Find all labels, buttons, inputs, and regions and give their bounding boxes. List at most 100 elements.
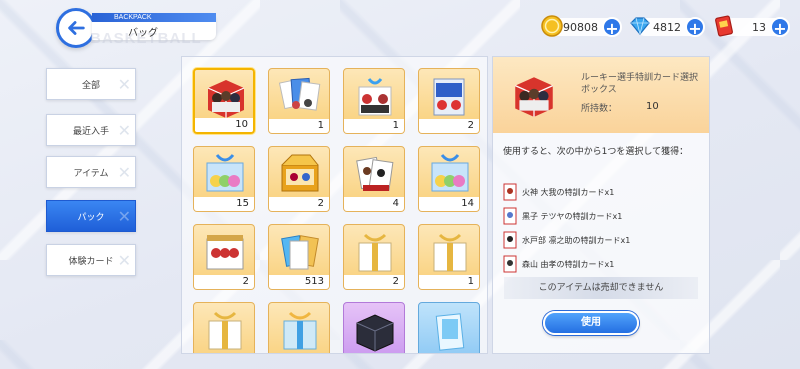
blue-ribbon-gift-icon xyxy=(283,311,317,350)
card-selection-box-icon xyxy=(514,77,554,117)
count-bar: 10 xyxy=(195,118,253,132)
reward-label: 火神 大我の特訓カードx1 xyxy=(522,187,615,197)
training-card-icon xyxy=(503,207,517,225)
reward-item: 黒子 テツヤの特訓カードx1 xyxy=(503,207,622,225)
add-ticket-button[interactable]: + xyxy=(770,17,790,38)
item-slot[interactable] xyxy=(268,302,330,353)
item-grid: 10 1 1 2 15 2 4 14 2 513 2 1 xyxy=(181,56,488,354)
not-sellable-notice: このアイテムは売却できません xyxy=(504,277,698,299)
tab-deco-icon: ✕ xyxy=(117,163,131,182)
currency-gem: 4812 + xyxy=(630,17,705,38)
tab-recent-label: 最近入手 xyxy=(72,126,109,137)
item-count: 15 xyxy=(236,198,249,209)
item-slot[interactable] xyxy=(343,302,405,353)
training-card-icon xyxy=(503,183,517,201)
tab-trial-card[interactable]: 体験カード ✕ xyxy=(46,244,136,276)
training-card-icon xyxy=(503,255,517,273)
item-description: 使用すると、次の中から1つを選択して獲得： xyxy=(503,147,689,157)
item-slot[interactable] xyxy=(193,302,255,353)
item-slot[interactable]: 1 xyxy=(343,68,405,134)
gold-ribbon-gift-icon xyxy=(208,311,242,350)
tab-deco-icon: ✕ xyxy=(117,207,131,226)
count-bar: 2 xyxy=(269,197,329,211)
item-slot[interactable]: 1 xyxy=(268,68,330,134)
tab-items[interactable]: アイテム ✕ xyxy=(46,156,136,188)
tab-pack-label: パック xyxy=(77,212,105,223)
card-selection-box-icon xyxy=(207,80,245,118)
card-pack-blue-icon xyxy=(433,78,465,116)
count-bar: 2 xyxy=(419,119,479,133)
rainbow-gift-box-icon xyxy=(431,154,469,192)
add-coin-button[interactable]: + xyxy=(602,17,622,38)
tab-trial-card-label: 体験カード xyxy=(68,256,114,267)
item-count: 513 xyxy=(304,276,324,287)
item-slot[interactable]: 14 xyxy=(418,146,480,212)
owned-label: 所持数： xyxy=(581,104,618,114)
item-count: 4 xyxy=(392,198,399,209)
item-slot[interactable]: 2 xyxy=(268,146,330,212)
red-ticket-icon xyxy=(715,15,733,37)
character-card-pack-icon xyxy=(356,156,394,191)
page-title: バッグ xyxy=(128,28,158,39)
item-detail-panel: ルーキー選手特訓カード選択ボックス 所持数： 10 使用すると、次の中から1つを… xyxy=(492,56,710,354)
count-bar: 513 xyxy=(269,275,329,289)
gold-ribbon-gift-icon xyxy=(358,233,392,272)
count-bar: 2 xyxy=(344,275,404,289)
tab-recent[interactable]: 最近入手 ✕ xyxy=(46,114,136,146)
reward-item: 水戸部 凛之助の特訓カードx1 xyxy=(503,231,630,249)
item-slot[interactable]: 10 xyxy=(193,68,255,134)
count-bar: 1 xyxy=(344,119,404,133)
tab-all-label: 全部 xyxy=(81,80,100,91)
tab-deco-icon: ✕ xyxy=(117,75,131,94)
owned-value: 10 xyxy=(646,101,659,112)
tab-items-label: アイテム xyxy=(73,168,109,179)
add-gem-button[interactable]: + xyxy=(685,17,705,38)
item-slot[interactable]: 15 xyxy=(193,146,255,212)
item-slot[interactable] xyxy=(418,302,480,353)
tab-deco-icon: ✕ xyxy=(117,121,131,140)
tab-all[interactable]: 全部 ✕ xyxy=(46,68,136,100)
gift-box-blue-ribbon-icon xyxy=(358,78,392,116)
tab-pack[interactable]: パック ✕ xyxy=(46,200,136,232)
card-pack-icon xyxy=(278,77,321,111)
item-slot[interactable]: 4 xyxy=(343,146,405,212)
item-count: 10 xyxy=(235,119,248,130)
reward-item: 火神 大我の特訓カードx1 xyxy=(503,183,614,201)
reward-label: 森山 由孝の特訓カードx1 xyxy=(522,259,615,269)
item-name: ルーキー選手特訓カード選択ボックス xyxy=(581,73,699,95)
gold-card-box-icon xyxy=(281,154,319,192)
rainbow-gift-box-icon xyxy=(206,154,244,192)
gold-coin-icon xyxy=(541,15,563,37)
gold-ribbon-gift-icon xyxy=(433,233,467,272)
currency-coin: 90808 + xyxy=(541,15,622,38)
use-button[interactable]: 使用 xyxy=(543,311,639,335)
tab-deco-icon: ✕ xyxy=(117,251,131,270)
ice-card-pack-icon xyxy=(435,313,465,351)
reward-label: 水戸部 凛之助の特訓カードx1 xyxy=(522,235,631,245)
count-bar: 4 xyxy=(344,197,404,211)
item-count: 2 xyxy=(317,198,324,209)
dark-chest-icon xyxy=(356,314,394,352)
section-label: BACKPACK xyxy=(92,13,216,22)
blue-gem-icon xyxy=(630,17,650,35)
item-count: 2 xyxy=(392,276,399,287)
card-bundle-icon xyxy=(281,235,319,270)
item-slot[interactable]: 1 xyxy=(418,224,480,290)
count-bar: 1 xyxy=(269,119,329,133)
item-slot[interactable]: 2 xyxy=(193,224,255,290)
count-bar: 2 xyxy=(194,275,254,289)
item-slot[interactable]: 513 xyxy=(268,224,330,290)
reward-item: 森山 由孝の特訓カードx1 xyxy=(503,255,614,273)
reward-label: 黒子 テツヤの特訓カードx1 xyxy=(522,211,623,221)
count-bar: 1 xyxy=(419,275,479,289)
item-count: 1 xyxy=(392,120,399,131)
back-arrow-icon xyxy=(68,21,85,35)
item-slot[interactable]: 2 xyxy=(418,68,480,134)
item-count: 1 xyxy=(467,276,474,287)
item-count: 2 xyxy=(242,276,249,287)
count-bar: 14 xyxy=(419,197,479,211)
count-bar: 15 xyxy=(194,197,254,211)
item-slot[interactable]: 2 xyxy=(343,224,405,290)
item-count: 1 xyxy=(317,120,324,131)
currency-ticket: 13 + xyxy=(715,15,790,38)
